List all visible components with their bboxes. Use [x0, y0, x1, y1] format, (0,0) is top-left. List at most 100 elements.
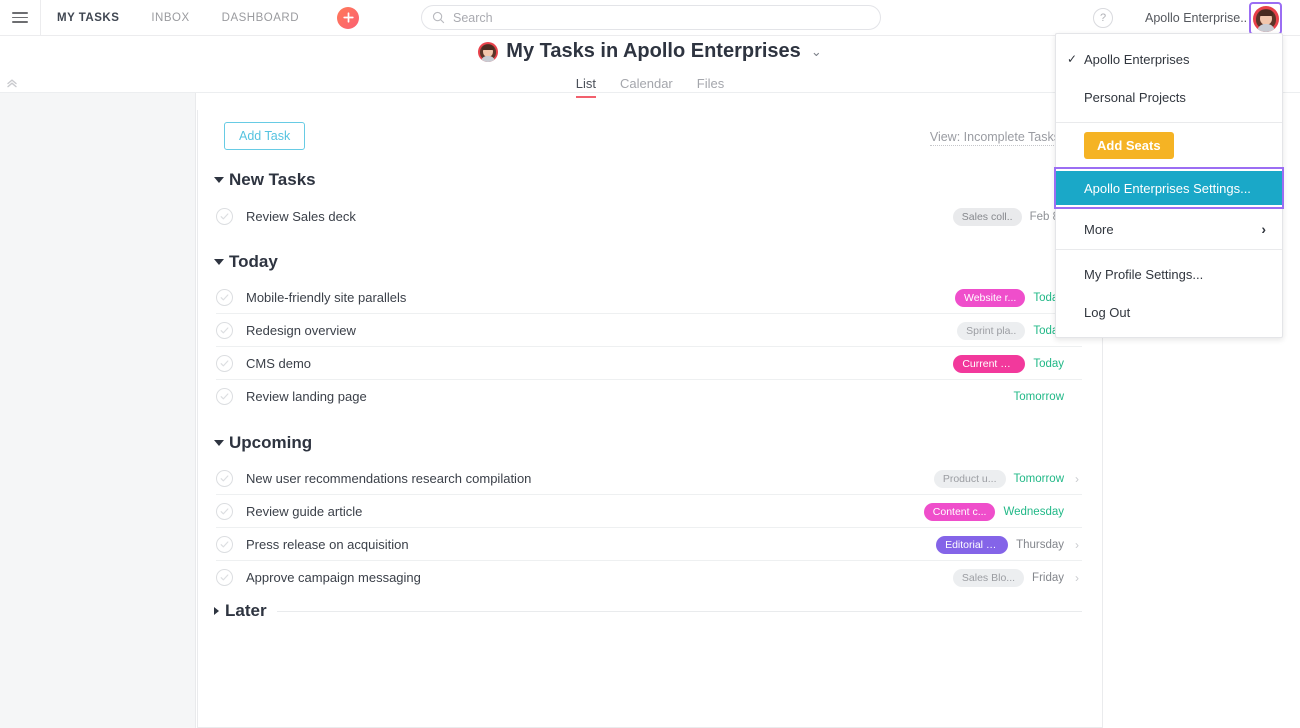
task-tag[interactable]: Website r... [955, 289, 1025, 307]
task-row[interactable]: Review landing page Tomorrow › [216, 380, 1082, 413]
triangle-right-icon[interactable] [214, 607, 219, 615]
section-header-upcoming[interactable]: Upcoming [198, 433, 1104, 453]
nav-dashboard[interactable]: DASHBOARD [206, 0, 315, 36]
left-sidebar-panel [0, 93, 196, 728]
task-due-date: Friday [1032, 572, 1064, 584]
task-row[interactable]: CMS demo Current W... Today › [216, 347, 1082, 380]
task-meta: Sales Blo... Friday › [953, 561, 1082, 594]
workspace-dropdown-menu: ✓ Apollo Enterprises Personal Projects A… [1055, 33, 1283, 338]
section-divider [277, 611, 1082, 612]
task-complete-checkbox-icon[interactable] [216, 322, 233, 339]
task-title: New user recommendations research compil… [246, 471, 531, 486]
add-task-button[interactable]: Add Task [224, 122, 305, 150]
chevron-down-icon[interactable]: ⌄ [811, 44, 822, 60]
task-meta: Product u... Tomorrow › [934, 462, 1082, 495]
task-tag[interactable]: Current W... [953, 355, 1025, 373]
menu-item-more[interactable]: More › [1056, 209, 1282, 249]
task-row[interactable]: Review Sales deck Sales coll.. Feb 8 [216, 200, 1082, 233]
task-complete-checkbox-icon[interactable] [216, 208, 233, 225]
help-icon[interactable]: ? [1093, 8, 1113, 28]
section-title: Later [225, 601, 267, 621]
task-row[interactable]: Redesign overview Sprint pla.. Today › [216, 314, 1082, 347]
task-title: Redesign overview [246, 323, 356, 338]
task-title: Approve campaign messaging [246, 570, 421, 585]
nav-my-tasks[interactable]: MY TASKS [41, 0, 135, 36]
section-title: Today [229, 252, 278, 272]
user-avatar-button[interactable] [1249, 2, 1282, 35]
task-complete-checkbox-icon[interactable] [216, 289, 233, 306]
task-complete-checkbox-icon[interactable] [216, 470, 233, 487]
menu-item-label: Apollo Enterprises [1084, 52, 1190, 67]
task-tag[interactable]: Product u... [934, 470, 1006, 488]
search-box[interactable] [421, 5, 881, 30]
chevron-right-icon[interactable]: › [1072, 472, 1082, 486]
section-title: Upcoming [229, 433, 312, 453]
view-filter-dropdown[interactable]: View: Incomplete Tasks [930, 130, 1060, 146]
triangle-down-icon[interactable] [214, 440, 224, 446]
task-title: Review Sales deck [246, 209, 356, 224]
workspace-settings-highlight: Apollo Enterprises Settings... [1054, 167, 1284, 209]
nav-inbox[interactable]: INBOX [135, 0, 205, 36]
section-upcoming: Upcoming New user recommendations resear… [198, 433, 1104, 594]
task-complete-checkbox-icon[interactable] [216, 569, 233, 586]
add-seats-row: Add Seats [1056, 123, 1282, 167]
menu-item-label: Personal Projects [1084, 90, 1186, 105]
tab-list[interactable]: List [576, 76, 596, 98]
triangle-down-icon[interactable] [214, 259, 224, 265]
tab-calendar[interactable]: Calendar [620, 76, 673, 98]
page-title[interactable]: My Tasks in Apollo Enterprises ⌄ [478, 40, 821, 63]
menu-item-my-profile-settings[interactable]: My Profile Settings... [1056, 255, 1282, 293]
add-seats-button[interactable]: Add Seats [1084, 132, 1174, 159]
task-due-date: Wednesday [1003, 506, 1064, 518]
task-tag[interactable]: Content c... [924, 503, 996, 521]
menu-item-label: More [1084, 222, 1114, 237]
check-icon: ✓ [1067, 52, 1077, 66]
section-header-new-tasks[interactable]: New Tasks [198, 170, 1104, 190]
task-title: Review landing page [246, 389, 367, 404]
org-name-label[interactable]: Apollo Enterprise.. [1145, 11, 1247, 25]
task-complete-checkbox-icon[interactable] [216, 536, 233, 553]
section-today: Today Mobile-friendly site parallels Web… [198, 252, 1104, 413]
menu-item-log-out[interactable]: Log Out [1056, 293, 1282, 331]
task-complete-checkbox-icon[interactable] [216, 388, 233, 405]
search-input[interactable] [453, 11, 853, 25]
task-row[interactable]: Mobile-friendly site parallels Website r… [216, 281, 1082, 314]
task-meta: Editorial C... Thursday › [936, 528, 1082, 561]
triangle-down-icon[interactable] [214, 177, 224, 183]
task-row[interactable]: Approve campaign messaging Sales Blo... … [216, 561, 1082, 594]
hamburger-menu-icon[interactable] [0, 0, 40, 36]
task-due-date: Today [1033, 358, 1064, 370]
main-nav-links: MY TASKS INBOX DASHBOARD [41, 0, 315, 36]
task-tag[interactable]: Sales Blo... [953, 569, 1024, 587]
task-row[interactable]: Press release on acquisition Editorial C… [216, 528, 1082, 561]
task-title: CMS demo [246, 356, 311, 371]
menu-item-personal-projects[interactable]: Personal Projects [1056, 78, 1282, 116]
task-title: Review guide article [246, 504, 362, 519]
task-title: Press release on acquisition [246, 537, 409, 552]
section-header-later[interactable]: Later [198, 601, 1104, 621]
page-title-text: My Tasks in Apollo Enterprises [506, 40, 801, 63]
task-meta: Content c... Wednesday › [924, 495, 1082, 528]
task-tag[interactable]: Sprint pla.. [957, 322, 1025, 340]
task-title: Mobile-friendly site parallels [246, 290, 406, 305]
chevron-right-icon[interactable]: › [1072, 538, 1082, 552]
task-row[interactable]: Review guide article Content c... Wednes… [216, 495, 1082, 528]
task-due-date: Thursday [1016, 539, 1064, 551]
task-list-card: Add Task View: Incomplete Tasks New Task… [197, 110, 1103, 728]
task-due-date: Tomorrow [1014, 473, 1064, 485]
task-meta: Tomorrow › [1014, 380, 1082, 413]
section-title: New Tasks [229, 170, 316, 190]
task-row[interactable]: New user recommendations research compil… [216, 462, 1082, 495]
chevron-right-icon: › [1261, 221, 1266, 237]
task-tag[interactable]: Sales coll.. [953, 208, 1022, 226]
menu-item-apollo-enterprises[interactable]: ✓ Apollo Enterprises [1056, 40, 1282, 78]
task-tag[interactable]: Editorial C... [936, 536, 1008, 554]
task-complete-checkbox-icon[interactable] [216, 503, 233, 520]
menu-item-workspace-settings[interactable]: Apollo Enterprises Settings... [1056, 171, 1282, 205]
task-complete-checkbox-icon[interactable] [216, 355, 233, 372]
chevron-right-icon[interactable]: › [1072, 571, 1082, 585]
plus-icon[interactable] [337, 7, 359, 29]
tab-files[interactable]: Files [697, 76, 724, 98]
task-meta: Current W... Today › [953, 347, 1082, 380]
section-header-today[interactable]: Today [198, 252, 1104, 272]
